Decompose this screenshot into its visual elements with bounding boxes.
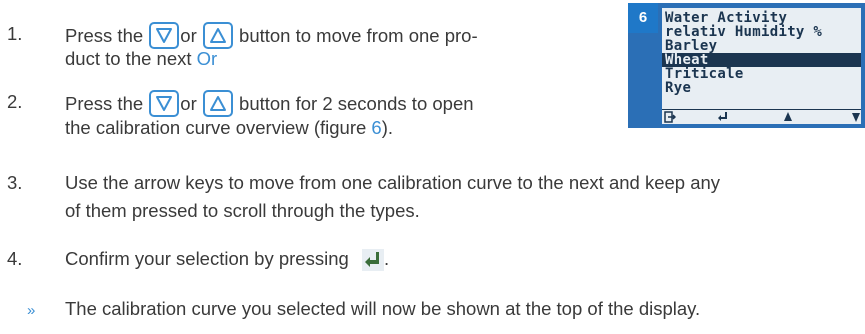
step-text-line2: duct to the next (65, 48, 192, 69)
step-text-end: ). (381, 117, 394, 138)
step-number: 1. (7, 23, 23, 44)
figure-link[interactable]: 6 (371, 117, 381, 138)
step-number: 4. (7, 248, 23, 269)
display-figure: Water Activity relativ Humidity % Barley… (628, 3, 865, 128)
step-text: Use the arrow keys to move from one cali… (65, 172, 721, 193)
step-text-end: button for 2 seconds to open (239, 93, 474, 114)
or-link[interactable]: Or (197, 48, 218, 69)
enter-key-icon (361, 249, 384, 276)
up-button-icon (202, 22, 233, 49)
step-number: 2. (7, 91, 23, 112)
exit-icon (664, 111, 677, 124)
result-bullet: » (27, 302, 36, 319)
step-text-end: button to move from one pro- (239, 25, 478, 46)
enter-icon (717, 111, 729, 124)
or-text: or (180, 25, 197, 46)
lcd-line: Water Activity (665, 10, 788, 26)
step-1: 1. Press the or button to move from one … (7, 18, 607, 69)
result-text: The calibration curve you selected will … (65, 298, 701, 319)
step-3: 3. Use the arrow keys to move from one c… (7, 171, 865, 221)
lcd-line: Barley (665, 38, 718, 54)
step-text: Press the (65, 25, 144, 46)
down-button-icon (149, 22, 180, 49)
up-arrow-icon (782, 111, 794, 124)
lcd-screen: Water Activity relativ Humidity % Barley… (662, 8, 861, 124)
step-text-line2: of them pressed to scroll through the ty… (65, 200, 420, 221)
down-button-icon (149, 90, 180, 117)
figure-number: 6 (628, 3, 658, 33)
step-text-end: . (383, 248, 390, 269)
down-arrow-icon (850, 111, 861, 124)
or-text: or (180, 93, 197, 114)
lcd-line-selected: Wheat (662, 53, 861, 67)
lcd-softkey-bar (662, 109, 861, 124)
lcd-line: Rye (665, 80, 692, 96)
step-4: 4. Confirm your selection by pressing . (7, 247, 607, 277)
lcd-line: relativ Humidity % (665, 24, 823, 40)
step-2: 2. Press the or button for 2 seconds to … (7, 86, 607, 138)
result-line: » The calibration curve you selected wil… (7, 297, 865, 323)
step-text: Confirm your selection by pressing (65, 248, 349, 269)
step-text: Press the (65, 93, 144, 114)
step-number: 3. (7, 172, 23, 193)
lcd-line: Triticale (665, 66, 744, 82)
up-button-icon (202, 90, 233, 117)
step-text-line2: the calibration curve overview (figure (65, 117, 367, 138)
